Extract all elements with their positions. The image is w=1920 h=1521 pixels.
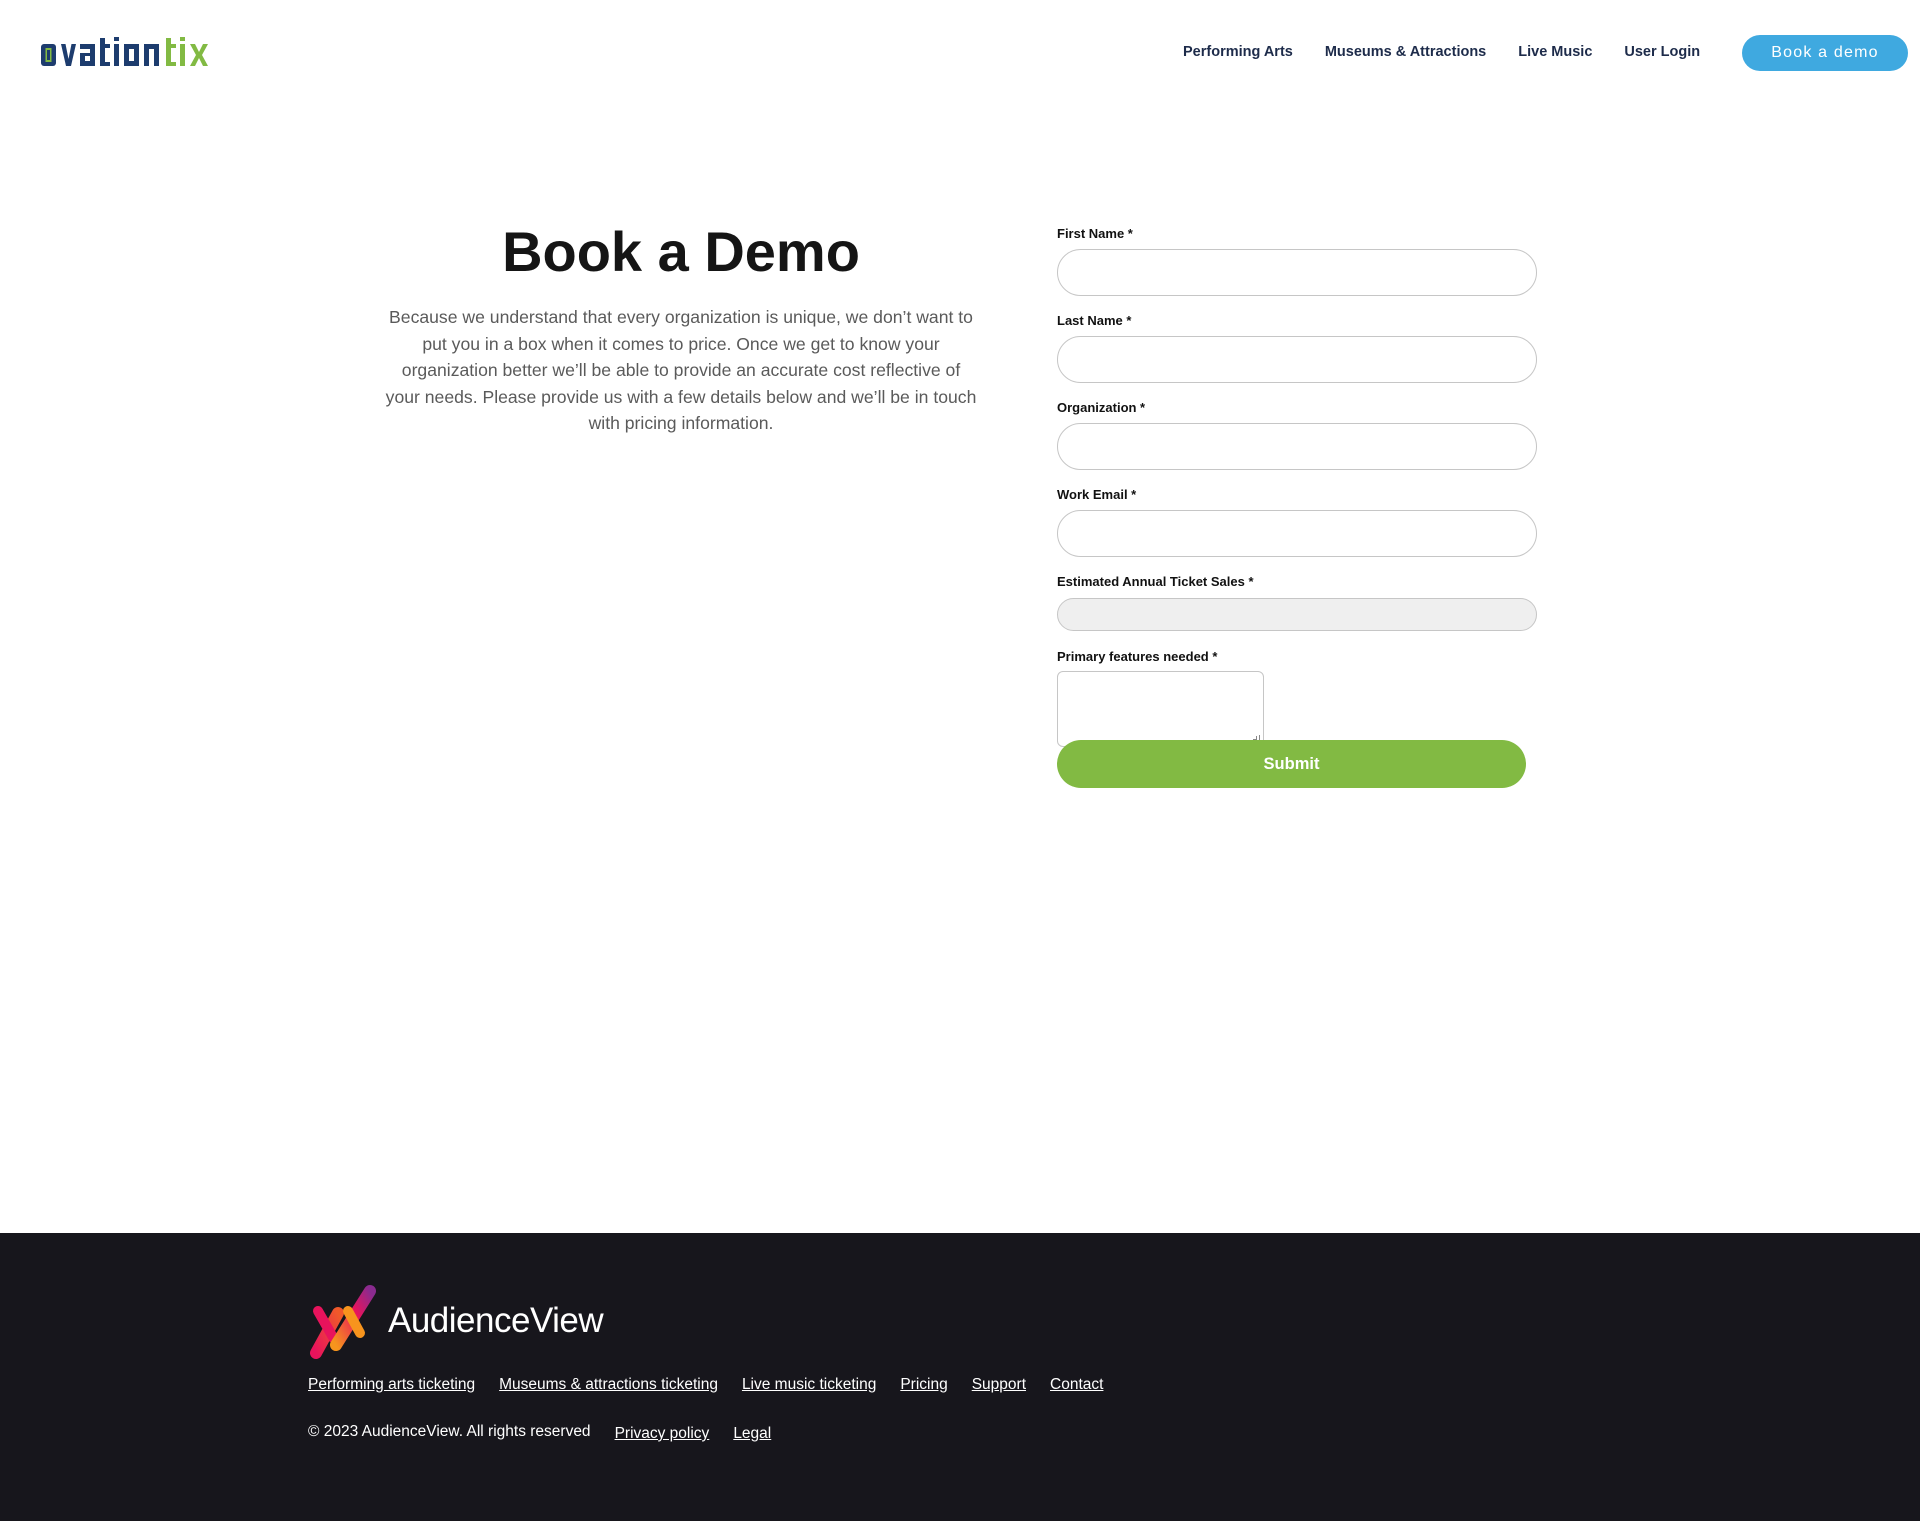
footer-link-contact[interactable]: Contact — [1050, 1376, 1103, 1394]
book-demo-button[interactable]: Book a demo — [1742, 35, 1908, 71]
nav-live-music[interactable]: Live Music — [1518, 44, 1592, 60]
last-name-label: Last Name * — [1057, 313, 1132, 328]
nav-user-login[interactable]: User Login — [1624, 44, 1700, 60]
footer-link-live-music[interactable]: Live music ticketing — [742, 1376, 876, 1394]
copyright-text: © 2023 AudienceView. All rights reserved — [308, 1423, 591, 1440]
intro-description: Because we understand that every organiz… — [385, 307, 977, 433]
footer-link-pricing[interactable]: Pricing — [900, 1376, 947, 1394]
footer-legal-bar: © 2023 AudienceView. All rights reserved… — [308, 1423, 795, 1443]
footer-link-legal[interactable]: Legal — [733, 1425, 771, 1443]
ticket-sales-label: Estimated Annual Ticket Sales * — [1057, 574, 1254, 589]
features-textarea[interactable] — [1057, 671, 1264, 747]
footer-link-support[interactable]: Support — [972, 1376, 1026, 1394]
work-email-label: Work Email * — [1057, 487, 1137, 502]
ovationtix-logo-icon — [41, 37, 208, 66]
audienceview-wordmark: AudienceView — [388, 1301, 604, 1340]
nav-museums-attractions[interactable]: Museums & Attractions — [1325, 44, 1486, 60]
footer-link-performing-arts[interactable]: Performing arts ticketing — [308, 1376, 475, 1394]
site-footer: AudienceView Performing arts ticketing M… — [0, 1233, 1920, 1521]
nav-performing-arts[interactable]: Performing Arts — [1183, 44, 1293, 60]
features-label: Primary features needed * — [1057, 649, 1218, 664]
demo-request-form: First Name * Last Name * Organization * … — [1057, 226, 1537, 788]
first-name-input[interactable] — [1057, 249, 1537, 296]
audienceview-logo[interactable]: AudienceView — [308, 1281, 608, 1361]
ticket-sales-select[interactable] — [1057, 598, 1537, 631]
work-email-input[interactable] — [1057, 510, 1537, 557]
site-header: Performing Arts Museums & Attractions Li… — [0, 0, 1920, 104]
intro-section: Book a Demo Because we understand that e… — [378, 220, 984, 437]
page-title: Book a Demo — [502, 220, 860, 283]
submit-button[interactable]: Submit — [1057, 740, 1526, 788]
organization-label: Organization * — [1057, 400, 1146, 415]
last-name-input[interactable] — [1057, 336, 1537, 383]
footer-link-privacy[interactable]: Privacy policy — [615, 1425, 710, 1443]
ovationtix-logo[interactable] — [40, 34, 245, 70]
first-name-label: First Name * — [1057, 226, 1133, 241]
main-nav: Performing Arts Museums & Attractions Li… — [1183, 44, 1700, 60]
audienceview-mark-icon — [310, 1285, 376, 1359]
organization-input[interactable] — [1057, 423, 1537, 470]
footer-nav: Performing arts ticketing Museums & attr… — [308, 1376, 1127, 1394]
footer-link-museums[interactable]: Museums & attractions ticketing — [499, 1376, 718, 1394]
